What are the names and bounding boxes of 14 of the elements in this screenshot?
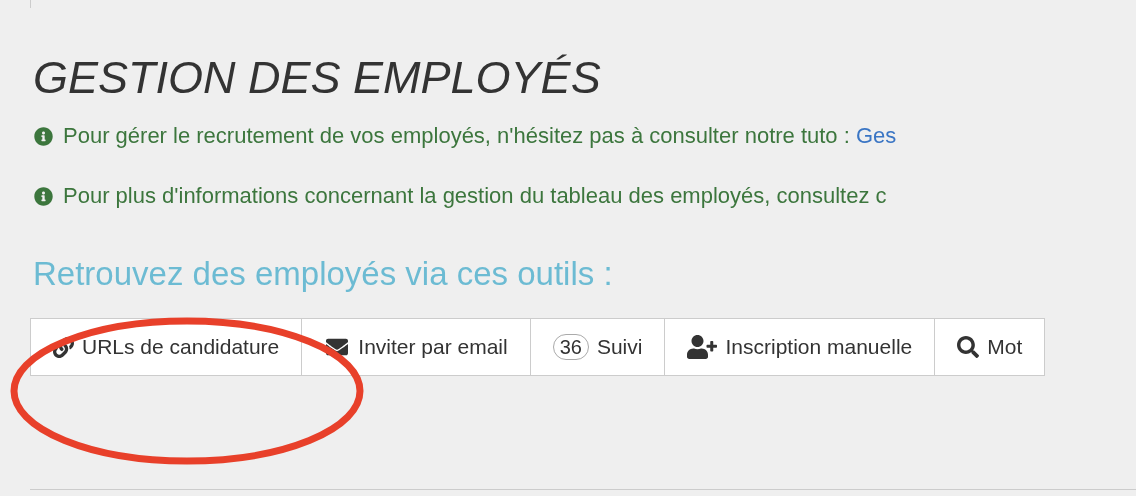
info-text: Pour gérer le recrutement de vos employés, n'hésitez pas à consulter notre tuto : Ges (63, 124, 897, 148)
add-user-icon (687, 335, 718, 359)
tool-button[interactable]: Inscription manuelle (664, 318, 936, 376)
tool-button[interactable]: 36 Suivi (529, 318, 666, 376)
page-title: GESTION DES EMPLOYÉS (33, 51, 601, 105)
tool-button[interactable]: Mot (934, 318, 1046, 376)
info-icon (34, 186, 53, 206)
tools-heading: Retrouvez des employés via ces outils : (33, 254, 613, 294)
search-icon (957, 336, 980, 358)
tool-button[interactable]: Inviter par email (301, 318, 531, 376)
info-text: Pour plus d'informations concernant la gestion du tableau des employés, consultez c (63, 184, 887, 208)
info-icon (34, 126, 53, 146)
tutorial-link[interactable]: Ges (855, 123, 897, 148)
envelope-icon (324, 336, 351, 358)
